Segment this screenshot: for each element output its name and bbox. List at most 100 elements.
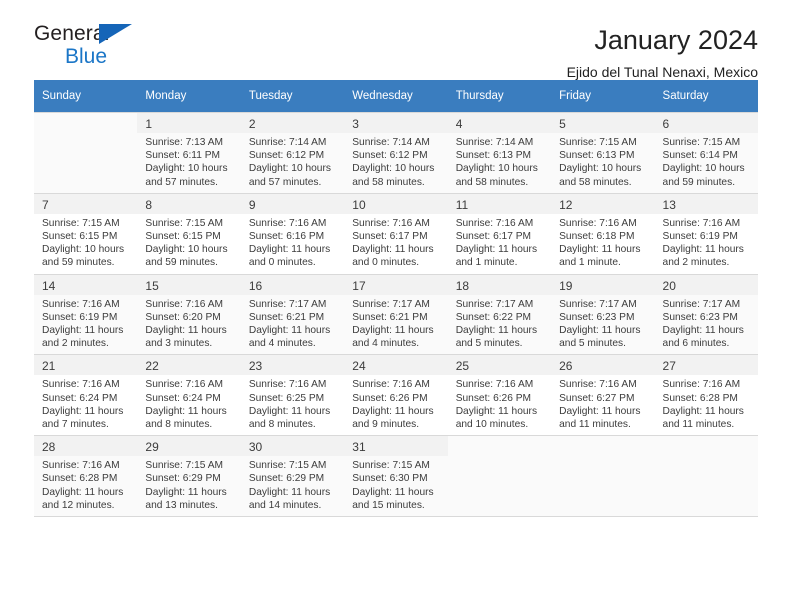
calendar-cell-day-10[interactable]: 10 Sunrise: 7:16 AM Sunset: 6:17 PM Dayligh… <box>344 192 448 275</box>
day-number <box>34 113 137 133</box>
calendar-cell-day-20[interactable]: 20 Sunrise: 7:17 AM Sunset: 6:23 PM Dayligh… <box>654 273 758 356</box>
calendar-cell-day-13[interactable]: 13 Sunrise: 7:16 AM Sunset: 6:19 PM Dayligh… <box>654 192 758 275</box>
day-info-line: Sunset: 6:21 PM <box>352 311 428 323</box>
day-info-line: Sunrise: 7:14 AM <box>352 137 430 148</box>
day-info-line: Sunrise: 7:16 AM <box>42 460 120 472</box>
calendar-cell-day-18[interactable]: 18 Sunrise: 7:17 AM Sunset: 6:22 PM Dayligh… <box>447 273 552 356</box>
day-number <box>551 436 654 456</box>
day-info-line: Sunrise: 7:16 AM <box>42 298 120 310</box>
day-number: 4 <box>447 113 552 133</box>
day-sun-info <box>34 133 137 140</box>
calendar-cell-day-16[interactable]: 16 Sunrise: 7:17 AM Sunset: 6:21 PM Dayligh… <box>240 273 345 356</box>
calendar-cell-day-9[interactable]: 9 Sunrise: 7:16 AM Sunset: 6:16 PM Daylight… <box>240 192 345 275</box>
day-info-line: and 4 minutes. <box>352 338 420 350</box>
calendar-cell-day-25[interactable]: 25 Sunrise: 7:16 AM Sunset: 6:26 PM Dayligh… <box>447 354 552 437</box>
logo-triangle-icon <box>99 24 132 44</box>
day-info-line: Daylight: 10 hours <box>559 163 642 175</box>
day-info-line: Sunrise: 7:15 AM <box>662 137 741 148</box>
day-sun-info: Sunrise: 7:16 AM Sunset: 6:17 PM Daylight:… <box>448 214 551 274</box>
calendar-cell-day-15[interactable]: 15 Sunrise: 7:16 AM Sunset: 6:20 PM Dayligh… <box>137 273 241 356</box>
day-info-line: Daylight: 10 hours <box>352 163 435 175</box>
day-info-line: Sunrise: 7:16 AM <box>455 217 534 229</box>
day-info-line: Sunset: 6:19 PM <box>662 231 738 243</box>
day-info-line: Sunset: 6:24 PM <box>145 392 221 404</box>
day-info-line: and 9 minutes. <box>352 419 420 431</box>
day-info-line: Daylight: 11 hours <box>455 244 538 256</box>
day-info-line: and 10 minutes. <box>455 419 529 431</box>
calendar-cell-day-21[interactable]: 21 Sunrise: 7:16 AM Sunset: 6:24 PM Dayligh… <box>34 354 138 437</box>
calendar-week-row: 1 Sunrise: 7:13 AM Sunset: 6:11 PM Daylight… <box>34 112 758 194</box>
day-sun-info <box>655 456 758 463</box>
day-info-line: Daylight: 11 hours <box>248 486 331 498</box>
day-info-line: and 1 minute. <box>455 257 518 269</box>
day-sun-info: Sunrise: 7:17 AM Sunset: 6:23 PM Daylight:… <box>551 295 654 355</box>
day-number: 27 <box>654 355 758 376</box>
weekday-header-saturday: Saturday <box>654 80 758 113</box>
calendar-cell-day-5[interactable]: 5 Sunrise: 7:15 AM Sunset: 6:13 PM Daylight… <box>551 112 655 194</box>
calendar-cell-day-14[interactable]: 14 Sunrise: 7:16 AM Sunset: 6:19 PM Dayligh… <box>34 273 138 356</box>
day-number: 11 <box>447 193 552 214</box>
calendar-cell-day-31[interactable]: 31 Sunrise: 7:15 AM Sunset: 6:30 PM Dayligh… <box>344 435 448 518</box>
day-number: 15 <box>137 274 241 295</box>
calendar-cell-day-27[interactable]: 27 Sunrise: 7:16 AM Sunset: 6:28 PM Dayligh… <box>654 354 758 437</box>
day-info-line: Daylight: 11 hours <box>248 325 331 337</box>
calendar-cell-day-11[interactable]: 11 Sunrise: 7:16 AM Sunset: 6:17 PM Dayligh… <box>447 192 552 275</box>
day-info-line: Daylight: 11 hours <box>42 325 124 337</box>
day-info-line: Sunrise: 7:16 AM <box>248 217 327 229</box>
calendar-cell-day-30[interactable]: 30 Sunrise: 7:15 AM Sunset: 6:29 PM Dayligh… <box>240 435 345 518</box>
day-info-line: Sunrise: 7:15 AM <box>248 460 327 472</box>
day-info-line: Sunset: 6:26 PM <box>455 392 532 404</box>
calendar-cell-day-22[interactable]: 22 Sunrise: 7:16 AM Sunset: 6:24 PM Dayligh… <box>137 354 241 437</box>
day-info-line: Sunrise: 7:16 AM <box>559 379 637 391</box>
calendar-cell-day-1[interactable]: 1 Sunrise: 7:13 AM Sunset: 6:11 PM Daylight… <box>137 112 241 194</box>
day-sun-info: Sunrise: 7:13 AM Sunset: 6:11 PM Daylight:… <box>137 133 240 193</box>
day-sun-info: Sunrise: 7:16 AM Sunset: 6:16 PM Daylight:… <box>241 214 344 274</box>
calendar-cell-day-19[interactable]: 19 Sunrise: 7:17 AM Sunset: 6:23 PM Dayligh… <box>551 273 655 356</box>
day-info-line: Sunset: 6:14 PM <box>662 150 738 162</box>
day-info-line: Sunrise: 7:17 AM <box>455 298 534 310</box>
calendar-cell-day-28[interactable]: 28 Sunrise: 7:16 AM Sunset: 6:28 PM Dayligh… <box>34 435 138 518</box>
day-number: 8 <box>137 193 241 214</box>
day-info-line: Daylight: 10 hours <box>662 163 745 175</box>
calendar-cell-day-4[interactable]: 4 Sunrise: 7:14 AM Sunset: 6:13 PM Daylight… <box>447 112 552 194</box>
day-sun-info: Sunrise: 7:17 AM Sunset: 6:21 PM Daylight:… <box>241 295 344 355</box>
calendar-cell-day-29[interactable]: 29 Sunrise: 7:15 AM Sunset: 6:29 PM Dayligh… <box>137 435 241 518</box>
day-sun-info: Sunrise: 7:15 AM Sunset: 6:15 PM Daylight:… <box>34 214 137 274</box>
day-info-line: Sunrise: 7:16 AM <box>662 217 741 229</box>
day-number: 18 <box>447 274 552 295</box>
general-blue-logo[interactable]: General Blue <box>34 22 154 74</box>
day-info-line: Sunrise: 7:15 AM <box>42 217 120 229</box>
calendar-cell-day-3[interactable]: 3 Sunrise: 7:14 AM Sunset: 6:12 PM Daylight… <box>344 112 448 194</box>
calendar-cell-day-6[interactable]: 6 Sunrise: 7:15 AM Sunset: 6:14 PM Daylight… <box>654 112 758 194</box>
weekday-header-wednesday: Wednesday <box>344 80 448 113</box>
calendar-cell-day-26[interactable]: 26 Sunrise: 7:16 AM Sunset: 6:27 PM Dayligh… <box>551 354 655 437</box>
weekday-header-monday: Monday <box>137 80 241 113</box>
day-info-line: and 8 minutes. <box>248 419 316 431</box>
calendar-cell-day-7[interactable]: 7 Sunrise: 7:15 AM Sunset: 6:15 PM Daylight… <box>34 192 138 275</box>
day-number: 7 <box>34 193 138 214</box>
calendar-cell-day-17[interactable]: 17 Sunrise: 7:17 AM Sunset: 6:21 PM Dayligh… <box>344 273 448 356</box>
calendar-cell-day-8[interactable]: 8 Sunrise: 7:15 AM Sunset: 6:15 PM Daylight… <box>137 192 241 275</box>
day-number: 17 <box>344 274 448 295</box>
day-info-line: Sunrise: 7:15 AM <box>145 460 224 472</box>
day-info-line: Daylight: 11 hours <box>248 244 331 256</box>
day-info-line: Daylight: 10 hours <box>455 163 538 175</box>
day-info-line: and 3 minutes. <box>145 338 213 350</box>
day-info-line: Daylight: 11 hours <box>455 405 538 417</box>
day-number: 2 <box>240 113 345 133</box>
day-info-line: Sunset: 6:20 PM <box>145 311 221 323</box>
calendar-cell-empty <box>447 435 552 518</box>
day-number: 22 <box>137 355 241 376</box>
day-info-line: and 0 minutes. <box>352 257 420 269</box>
calendar-cell-day-23[interactable]: 23 Sunrise: 7:16 AM Sunset: 6:25 PM Dayligh… <box>240 354 345 437</box>
day-info-line: Daylight: 10 hours <box>145 244 228 256</box>
day-sun-info: Sunrise: 7:15 AM Sunset: 6:29 PM Daylight:… <box>137 456 240 516</box>
calendar-cell-day-24[interactable]: 24 Sunrise: 7:16 AM Sunset: 6:26 PM Dayligh… <box>344 354 448 437</box>
calendar-cell-day-2[interactable]: 2 Sunrise: 7:14 AM Sunset: 6:12 PM Daylight… <box>240 112 345 194</box>
day-sun-info: Sunrise: 7:15 AM Sunset: 6:30 PM Daylight:… <box>344 456 447 516</box>
day-sun-info: Sunrise: 7:16 AM Sunset: 6:18 PM Daylight:… <box>551 214 654 274</box>
calendar-cell-day-12[interactable]: 12 Sunrise: 7:16 AM Sunset: 6:18 PM Dayligh… <box>551 192 655 275</box>
day-sun-info: Sunrise: 7:16 AM Sunset: 6:24 PM Daylight:… <box>137 375 240 435</box>
day-info-line: Daylight: 11 hours <box>42 486 124 498</box>
day-number: 3 <box>344 113 448 133</box>
